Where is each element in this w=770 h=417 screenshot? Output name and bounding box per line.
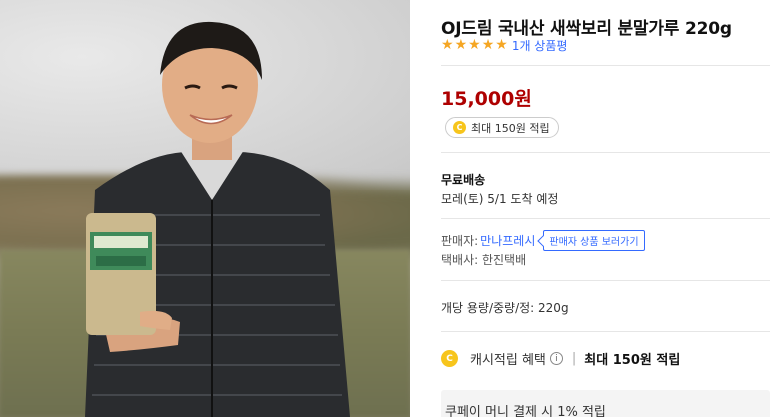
review-count-link[interactable]: 1개 상품평 xyxy=(512,37,568,54)
shipping-title: 무료배송 xyxy=(441,173,486,187)
star-icon: ★ xyxy=(495,37,508,53)
star-icon: ★ xyxy=(468,37,481,53)
cash-benefit-label: 캐시적립 혜택 xyxy=(470,353,546,368)
product-rating[interactable]: ★ ★ ★ ★ ★ 1개 상품평 xyxy=(441,37,567,54)
product-spec: 개당 용량/중량/정: 220g xyxy=(441,301,569,315)
coin-icon: C xyxy=(453,121,466,134)
seller-label: 판매자: xyxy=(441,234,479,248)
star-rating: ★ ★ ★ ★ ★ xyxy=(441,38,509,53)
star-icon: ★ xyxy=(481,37,495,53)
divider xyxy=(441,152,770,153)
payment-benefit-text: 쿠페이 머니 결제 시 1% 적립 xyxy=(445,405,606,417)
divider xyxy=(441,331,770,332)
info-icon[interactable]: i xyxy=(549,352,563,365)
star-icon: ★ xyxy=(454,37,468,53)
divider xyxy=(441,65,770,66)
cash-reward-badge: C 최대 150원 적립 xyxy=(445,117,559,138)
coin-icon: C xyxy=(441,350,458,367)
separator: | xyxy=(571,351,577,366)
courier-info: 택배사: 한진택배 xyxy=(441,253,527,267)
product-image xyxy=(0,0,410,417)
cash-benefit-amount: 최대 150원 적립 xyxy=(584,353,681,368)
cash-reward-badge-label: 최대 150원 적립 xyxy=(471,121,550,135)
seller-info: 판매자: 만나프레시 판매자 상품 보러가기 xyxy=(441,230,645,251)
star-icon: ★ xyxy=(441,37,454,53)
seller-name-link[interactable]: 만나프레시 xyxy=(480,232,535,249)
view-seller-products-button[interactable]: 판매자 상품 보러가기 xyxy=(543,230,645,251)
person-holding-product-illustration xyxy=(85,21,350,417)
product-title: OJ드림 국내산 새싹보리 분말가루 220g xyxy=(441,19,732,39)
divider xyxy=(441,218,770,219)
product-price: 15,000원 xyxy=(441,88,532,110)
cash-benefit-row: C 캐시적립 혜택 i | 최대 150원 적립 xyxy=(441,349,680,368)
divider xyxy=(441,280,770,281)
arrival-date: 모레(토) 5/1 도착 예정 xyxy=(441,192,559,206)
payment-benefit-box: 쿠페이 머니 결제 시 1% 적립 xyxy=(441,390,770,417)
product-info-panel: OJ드림 국내산 새싹보리 분말가루 220g ★ ★ ★ ★ ★ 1개 상품평… xyxy=(441,0,770,417)
